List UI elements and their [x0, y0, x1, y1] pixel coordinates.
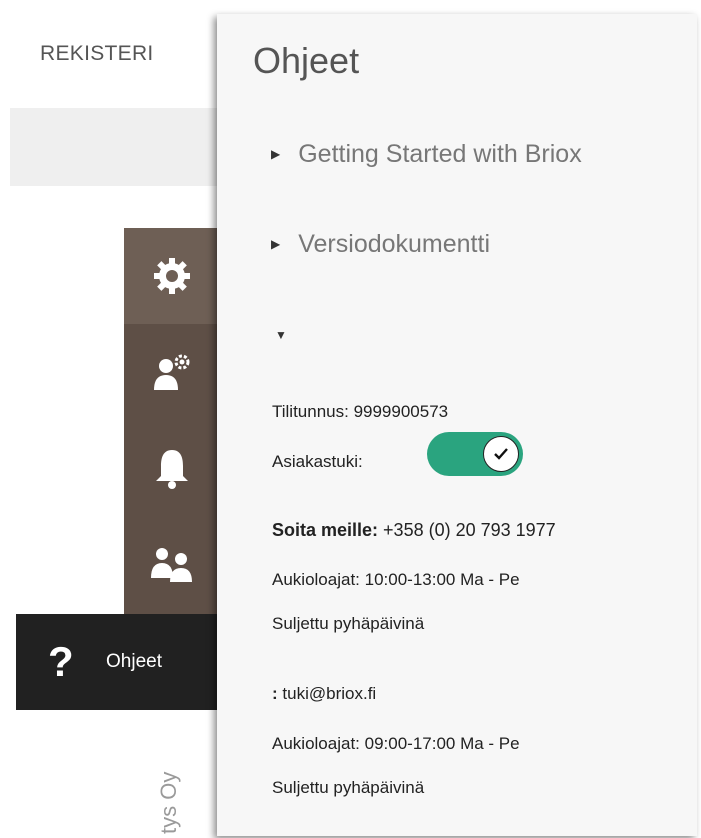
- triangle-down-icon[interactable]: ▼: [275, 328, 287, 342]
- settings-button[interactable]: [124, 228, 220, 324]
- triangle-right-icon: ▶: [271, 147, 281, 161]
- email-hours: Aukioloajat: 09:00-17:00 Ma - Pe: [272, 734, 520, 753]
- users-button[interactable]: [124, 516, 220, 612]
- phone-closed-note: Suljettu pyhäpäivinä: [272, 614, 425, 633]
- phone-number[interactable]: +358 (0) 20 793 1977: [383, 520, 556, 540]
- help-menu-item[interactable]: ? Ohjeet: [16, 614, 220, 710]
- support-label: Asiakastuki:: [272, 452, 363, 471]
- users-icon: [151, 548, 192, 582]
- toggle-knob: [483, 436, 519, 472]
- checkmark-icon: [494, 448, 508, 460]
- question-icon: ?: [48, 638, 74, 685]
- notifications-button[interactable]: [124, 420, 220, 516]
- link-versiodokumentti[interactable]: ▶ Versiodokumentti: [271, 230, 490, 259]
- help-menu-label: Ohjeet: [106, 651, 162, 672]
- phone-hours: Aukioloajat: 10:00-13:00 Ma - Pe: [272, 570, 520, 589]
- company-name-vertical: tys Oy: [156, 771, 181, 834]
- account-number: Tilitunnus: 9999900573: [272, 402, 449, 421]
- bell-icon: [156, 450, 188, 489]
- triangle-right-icon: ▶: [271, 237, 281, 251]
- support-email[interactable]: tuki@briox.fi: [282, 684, 376, 703]
- email-closed-note: Suljettu pyhäpäivinä: [272, 778, 425, 797]
- panel-title: Ohjeet: [253, 40, 360, 81]
- link-getting-started[interactable]: ▶ Getting Started with Briox: [271, 140, 582, 169]
- gear-icon: [154, 258, 190, 294]
- user-settings-button[interactable]: [124, 324, 220, 420]
- toolbar-strip: [10, 108, 220, 186]
- email-line: : tuki@briox.fi: [272, 684, 377, 703]
- tab-rekisteri[interactable]: REKISTERI: [40, 42, 154, 66]
- call-us-line: Soita meille: +358 (0) 20 793 1977: [272, 520, 556, 540]
- support-toggle[interactable]: [427, 432, 523, 476]
- help-panel: Ohjeet ▶ Getting Started with Briox ▶ Vers…: [217, 14, 697, 836]
- user-gear-icon: [154, 354, 190, 390]
